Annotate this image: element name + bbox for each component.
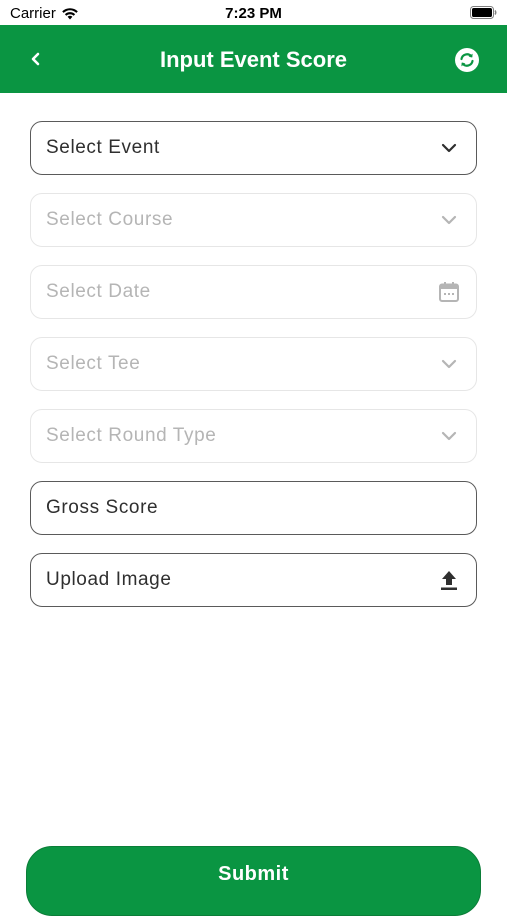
- calendar-icon: [438, 281, 460, 303]
- select-round-type-dropdown[interactable]: Select Round Type: [30, 409, 477, 463]
- chevron-down-icon: [438, 353, 460, 375]
- chevron-down-icon: [438, 209, 460, 231]
- select-course-label: Select Course: [46, 209, 174, 230]
- chevron-down-icon: [438, 425, 460, 447]
- gross-score-label: Gross Score: [46, 497, 159, 518]
- page-title: Input Event Score: [159, 47, 348, 72]
- select-tee-label: Select Tee: [46, 353, 141, 374]
- select-tee-dropdown[interactable]: Select Tee: [30, 337, 477, 391]
- select-event-label: Select Event: [46, 137, 160, 158]
- select-event-dropdown[interactable]: Select Event: [30, 121, 477, 175]
- refresh-icon: [455, 48, 479, 72]
- upload-image-label: Upload Image: [46, 569, 172, 590]
- upload-image-field[interactable]: Upload Image: [30, 553, 477, 607]
- select-course-dropdown[interactable]: Select Course: [30, 193, 477, 247]
- select-date-field[interactable]: Select Date: [30, 265, 477, 319]
- gross-score-input[interactable]: Gross Score: [30, 481, 477, 535]
- refresh-button[interactable]: [454, 47, 480, 73]
- battery-icon: [470, 6, 497, 24]
- status-time: 7:23 PM: [225, 5, 282, 22]
- chevron-down-icon: [438, 137, 460, 159]
- status-bar: Carrier 7:23 PM: [0, 0, 507, 25]
- upload-icon[interactable]: [438, 569, 460, 591]
- select-date-label: Select Date: [46, 281, 151, 302]
- app-header: Input Event Score: [0, 25, 507, 93]
- submit-button[interactable]: Submit: [26, 846, 481, 916]
- select-round-type-label: Select Round Type: [46, 425, 217, 446]
- score-form: Select Event Select Course Select Date S…: [30, 121, 477, 625]
